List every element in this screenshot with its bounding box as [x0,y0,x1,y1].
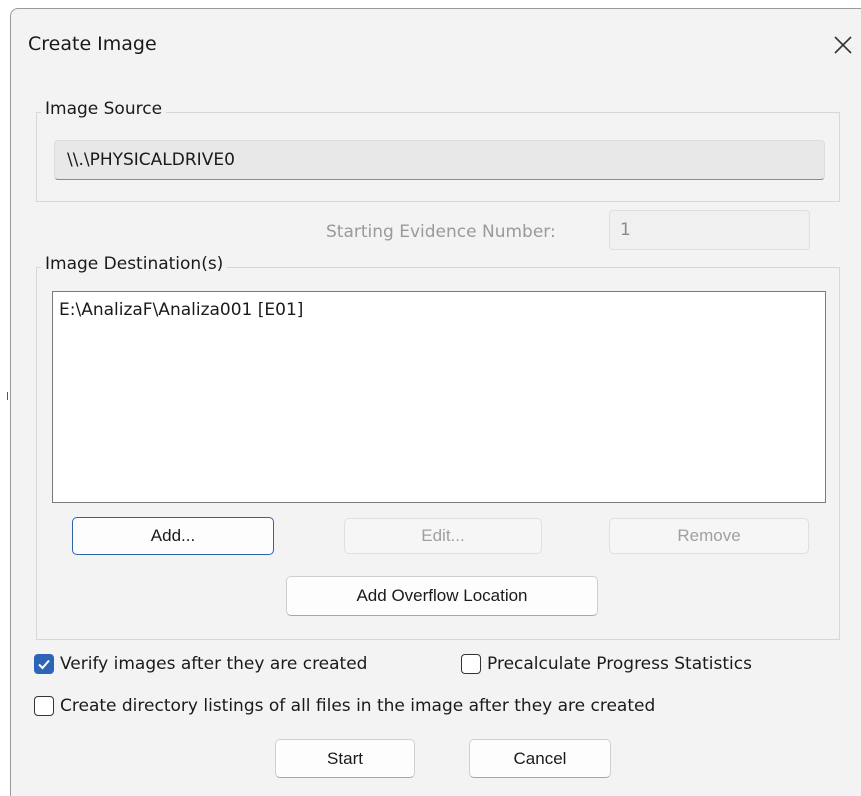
image-source-value: \\.\PHYSICALDRIVE0 [67,150,235,170]
title-bar: Create Image [11,9,861,81]
starting-evidence-label: Starting Evidence Number: [326,222,556,242]
precalculate-option[interactable]: Precalculate Progress Statistics [461,654,752,674]
directory-listings-label: Create directory listings of all files i… [60,696,656,716]
create-image-dialog: Create Image Image Source \\.\PHYSICALDR… [10,8,861,796]
add-button[interactable]: Add... [72,517,274,555]
precalculate-label: Precalculate Progress Statistics [487,654,752,674]
list-item[interactable]: E:\AnalizaF\Analiza001 [E01] [59,300,825,320]
starting-evidence-field: 1 [609,210,810,250]
edit-button[interactable]: Edit... [344,518,542,554]
destinations-listbox[interactable]: E:\AnalizaF\Analiza001 [E01] [52,291,826,503]
start-button[interactable]: Start [275,739,415,778]
image-source-field: \\.\PHYSICALDRIVE0 [54,140,825,180]
checkmark-icon [38,659,50,670]
remove-button[interactable]: Remove [609,518,809,554]
image-source-legend: Image Source [41,99,167,119]
precalculate-checkbox[interactable] [461,654,481,674]
verify-images-option[interactable]: Verify images after they are created [34,654,367,674]
verify-images-label: Verify images after they are created [60,654,368,674]
image-destinations-legend: Image Destination(s) [41,254,228,274]
image-source-group: Image Source \\.\PHYSICALDRIVE0 [36,99,840,202]
cancel-button[interactable]: Cancel [469,739,611,778]
add-overflow-location-button[interactable]: Add Overflow Location [286,576,598,616]
verify-images-checkbox[interactable] [34,654,54,674]
window-title: Create Image [28,33,157,55]
directory-listings-checkbox[interactable] [34,696,54,716]
directory-listings-option[interactable]: Create directory listings of all files i… [34,696,655,716]
starting-evidence-value: 1 [620,220,631,240]
background-edge-mark [7,392,8,400]
close-icon[interactable] [829,31,857,59]
